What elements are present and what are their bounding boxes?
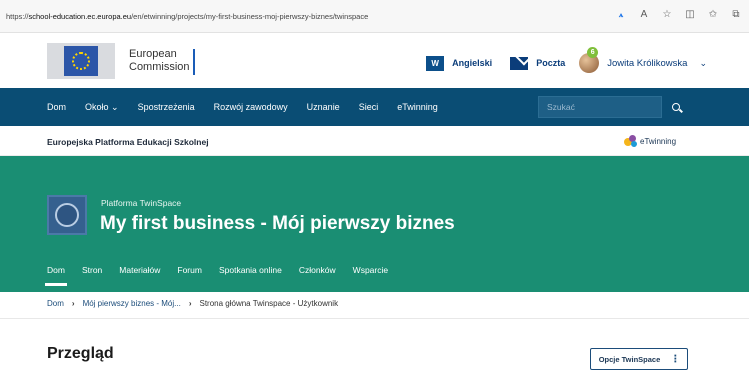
read-aloud-icon[interactable]: ꭺ — [614, 10, 628, 20]
user-name[interactable]: Jowita Królikowska — [607, 58, 687, 69]
nav-item-okolo[interactable]: Około ⌄ — [85, 102, 119, 113]
platform-title[interactable]: Europejska Platforma Edukacji Szkolnej — [47, 137, 209, 147]
search-icon — [672, 103, 680, 111]
divider — [0, 318, 749, 319]
breadcrumb-item[interactable]: Dom — [47, 299, 64, 308]
nav-item-dom[interactable]: Dom — [47, 102, 66, 112]
chevron-right-icon: › — [71, 299, 75, 308]
twinspace-hero: Platforma TwinSpace My first business - … — [0, 156, 749, 292]
browser-toolbar: https://school-education.ec.europa.eu/en… — [0, 0, 749, 33]
split-screen-icon[interactable]: ◫ — [683, 9, 697, 20]
language-icon[interactable]: W — [426, 55, 445, 71]
search-input[interactable]: Szukać — [538, 96, 662, 118]
site-header: European Commission W Angielski Poczta 6… — [0, 33, 749, 88]
more-options-icon: ⋮ — [670, 353, 680, 365]
nav-item-etwinning[interactable]: eTwinning — [397, 102, 438, 112]
twinspace-tabs: Dom Stron Materiałów Forum Spotkania onl… — [45, 265, 388, 286]
eu-flag-icon — [47, 43, 115, 79]
tab-dom[interactable]: Dom — [45, 265, 67, 286]
search-button[interactable] — [662, 96, 690, 118]
notification-badge: 6 — [587, 47, 599, 58]
breadcrumb-item[interactable]: Mój pierwszy biznes - Mój... — [83, 299, 181, 308]
european-commission-logo[interactable]: European Commission — [47, 43, 197, 79]
tab-spotkania[interactable]: Spotkania online — [219, 265, 282, 275]
favorite-star-icon[interactable]: ☆ — [660, 9, 674, 20]
mail-link[interactable]: Poczta — [536, 58, 565, 68]
tab-materialow[interactable]: Materiałów — [119, 265, 160, 275]
main-navigation: Dom Około ⌄ Spostrzeżenia Rozwój zawodow… — [0, 88, 749, 126]
org-name: European Commission — [129, 48, 190, 73]
favorites-icon[interactable]: ✩ — [706, 9, 720, 20]
chevron-right-icon: › — [188, 299, 192, 308]
project-title: My first business - Mój pierwszy biznes — [100, 213, 455, 234]
text-size-icon[interactable]: A — [637, 9, 651, 20]
hero-subtitle: Platforma TwinSpace — [101, 198, 182, 208]
address-bar[interactable]: https://school-education.ec.europa.eu/en… — [6, 12, 368, 21]
twinspace-options-button[interactable]: Opcje TwinSpace ⋮ — [590, 348, 688, 370]
platform-bar: Europejska Platforma Edukacji Szkolnej e… — [0, 126, 749, 156]
logo-divider — [193, 49, 195, 75]
chevron-down-icon: ⌄ — [111, 101, 119, 112]
tab-forum[interactable]: Forum — [177, 265, 202, 275]
tab-stron[interactable]: Stron — [82, 265, 102, 275]
language-selector[interactable]: Angielski — [452, 58, 492, 68]
avatar[interactable]: 6 — [579, 47, 600, 73]
breadcrumb: Dom › Mój pierwszy biznes - Mój... › Str… — [47, 299, 338, 308]
tab-czlonkow[interactable]: Członków — [299, 265, 336, 275]
nav-item-rozwoj[interactable]: Rozwój zawodowy — [214, 102, 288, 112]
browser-tools: ꭺ A ☆ ◫ ✩ ⧉ — [614, 9, 743, 20]
header-actions: W Angielski Poczta 6 Jowita Królikowska … — [426, 47, 707, 73]
collections-icon[interactable]: ⧉ — [729, 9, 743, 20]
etwinning-logo[interactable]: eTwinning — [624, 134, 676, 148]
project-thumbnail — [47, 195, 87, 235]
chevron-down-icon[interactable]: ⌄ — [699, 58, 707, 69]
nav-item-sieci[interactable]: Sieci — [359, 102, 379, 112]
page-title: Przegląd — [47, 345, 114, 362]
etwinning-logo-icon — [624, 134, 638, 148]
breadcrumb-current: Strona główna Twinspace - Użytkownik — [199, 299, 339, 308]
nav-item-spostrzezenia[interactable]: Spostrzeżenia — [138, 102, 195, 112]
mail-icon[interactable] — [510, 56, 529, 70]
nav-item-uznanie[interactable]: Uznanie — [307, 102, 340, 112]
tab-wsparcie[interactable]: Wsparcie — [353, 265, 388, 275]
